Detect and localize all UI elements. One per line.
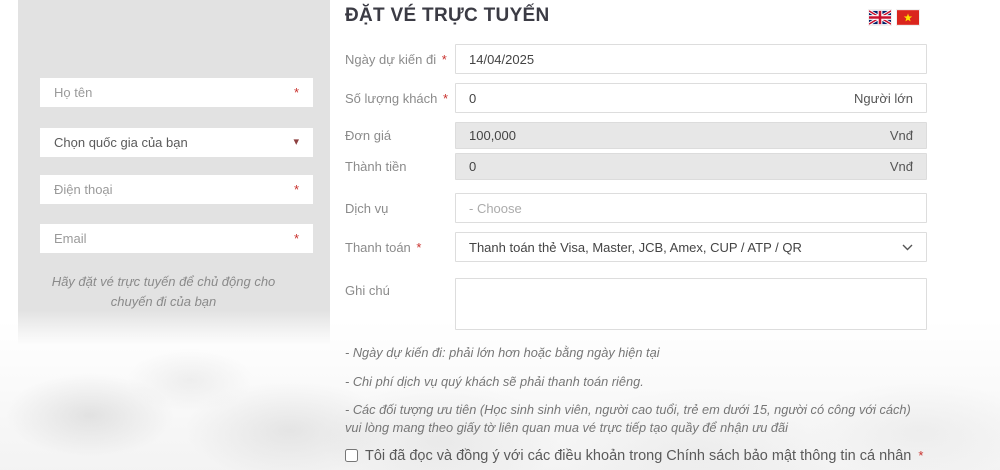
form-hints: - Ngày dự kiến đi: phải lớn hơn hoặc bằn… (345, 344, 927, 437)
fullname-input[interactable]: Họ tên * (40, 78, 313, 107)
form-row-service: Dịch vụ - Choose (345, 193, 927, 223)
required-asterisk: * (293, 182, 299, 197)
hint-date: - Ngày dự kiến đi: phải lớn hơn hoặc bằn… (345, 345, 660, 360)
unit-price-label: Đơn giá (345, 128, 392, 143)
unit-price-readonly: 100,000 Vnđ (455, 122, 927, 149)
booking-form: Ngày dự kiến đi * 14/04/2025 Số lượng kh… (345, 42, 927, 464)
contact-sidebar: Họ tên * Chọn quốc gia của bạn ▾ Điện th… (18, 0, 330, 345)
form-row-date: Ngày dự kiến đi * 14/04/2025 (345, 44, 927, 74)
unit-price-value: 100,000 (469, 128, 516, 143)
hint-priority: - Các đối tượng ưu tiên (Học sinh sinh v… (345, 402, 911, 435)
required-asterisk: * (293, 231, 299, 246)
payment-selected-option: Thanh toán thẻ Visa, Master, JCB, Amex, … (469, 239, 802, 255)
page-title: ĐẶT VÉ TRỰC TUYẾN (345, 5, 550, 26)
payment-label: Thanh toán * (345, 239, 422, 255)
form-row-payment: Thanh toán * Thanh toán thẻ Visa, Master… (345, 232, 927, 262)
vietnam-flag-icon[interactable] (897, 10, 919, 25)
chevron-down-icon: ▾ (293, 136, 299, 148)
total-label: Thành tiền (345, 159, 407, 174)
date-label: Ngày dự kiến đi * (345, 51, 447, 67)
total-readonly: 0 Vnđ (455, 153, 927, 180)
email-placeholder: Email (54, 231, 87, 246)
sidebar-note: Hãy đặt vé trực tuyến để chủ động cho ch… (51, 274, 276, 310)
required-asterisk: * (918, 448, 924, 464)
required-asterisk: * (443, 90, 449, 106)
chevron-down-icon (902, 244, 913, 251)
required-asterisk: * (293, 85, 299, 100)
country-select-value: Chọn quốc gia của bạn (54, 135, 188, 150)
quantity-label: Số lượng khách * (345, 90, 449, 106)
phone-input[interactable]: Điện thoại * (40, 175, 313, 204)
form-row-unit-price: Đơn giá 100,000 Vnđ (345, 122, 927, 149)
note-label: Ghi chú (345, 283, 390, 298)
form-row-quantity: Số lượng khách * 0 Người lớn (345, 83, 927, 113)
agreement-checkbox[interactable] (345, 449, 358, 463)
fullname-placeholder: Họ tên (54, 85, 93, 100)
total-value: 0 (469, 159, 477, 174)
service-select[interactable]: - Choose (455, 193, 927, 223)
country-select[interactable]: Chọn quốc gia của bạn ▾ (40, 128, 313, 157)
form-row-total: Thành tiền 0 Vnđ (345, 153, 927, 180)
payment-select[interactable]: Thanh toán thẻ Visa, Master, JCB, Amex, … (455, 232, 927, 262)
total-currency: Vnđ (889, 159, 913, 174)
email-input[interactable]: Email * (40, 224, 313, 253)
required-asterisk: * (416, 239, 422, 255)
required-asterisk: * (441, 51, 447, 67)
quantity-value: 0 (469, 90, 477, 106)
agreement-row: Tôi đã đọc và đồng ý với các điều khoản … (345, 448, 927, 464)
hint-service-fee: - Chi phí dịch vụ quý khách sẽ phải than… (345, 373, 644, 389)
date-value: 14/04/2025 (469, 51, 535, 67)
unit-price-currency: Vnđ (889, 128, 913, 143)
date-input[interactable]: 14/04/2025 (455, 44, 927, 74)
uk-flag-icon[interactable] (868, 9, 892, 26)
service-placeholder: - Choose (469, 200, 522, 216)
agreement-text: Tôi đã đọc và đồng ý với các điều khoản … (365, 447, 912, 464)
service-label: Dịch vụ (345, 200, 389, 216)
quantity-input[interactable]: 0 Người lớn (455, 83, 927, 113)
quantity-unit: Người lớn (854, 90, 913, 106)
form-row-notes: Ghi chú (345, 278, 927, 330)
note-textarea[interactable] (455, 278, 927, 330)
phone-placeholder: Điện thoại (54, 182, 113, 197)
language-switcher (868, 9, 919, 26)
